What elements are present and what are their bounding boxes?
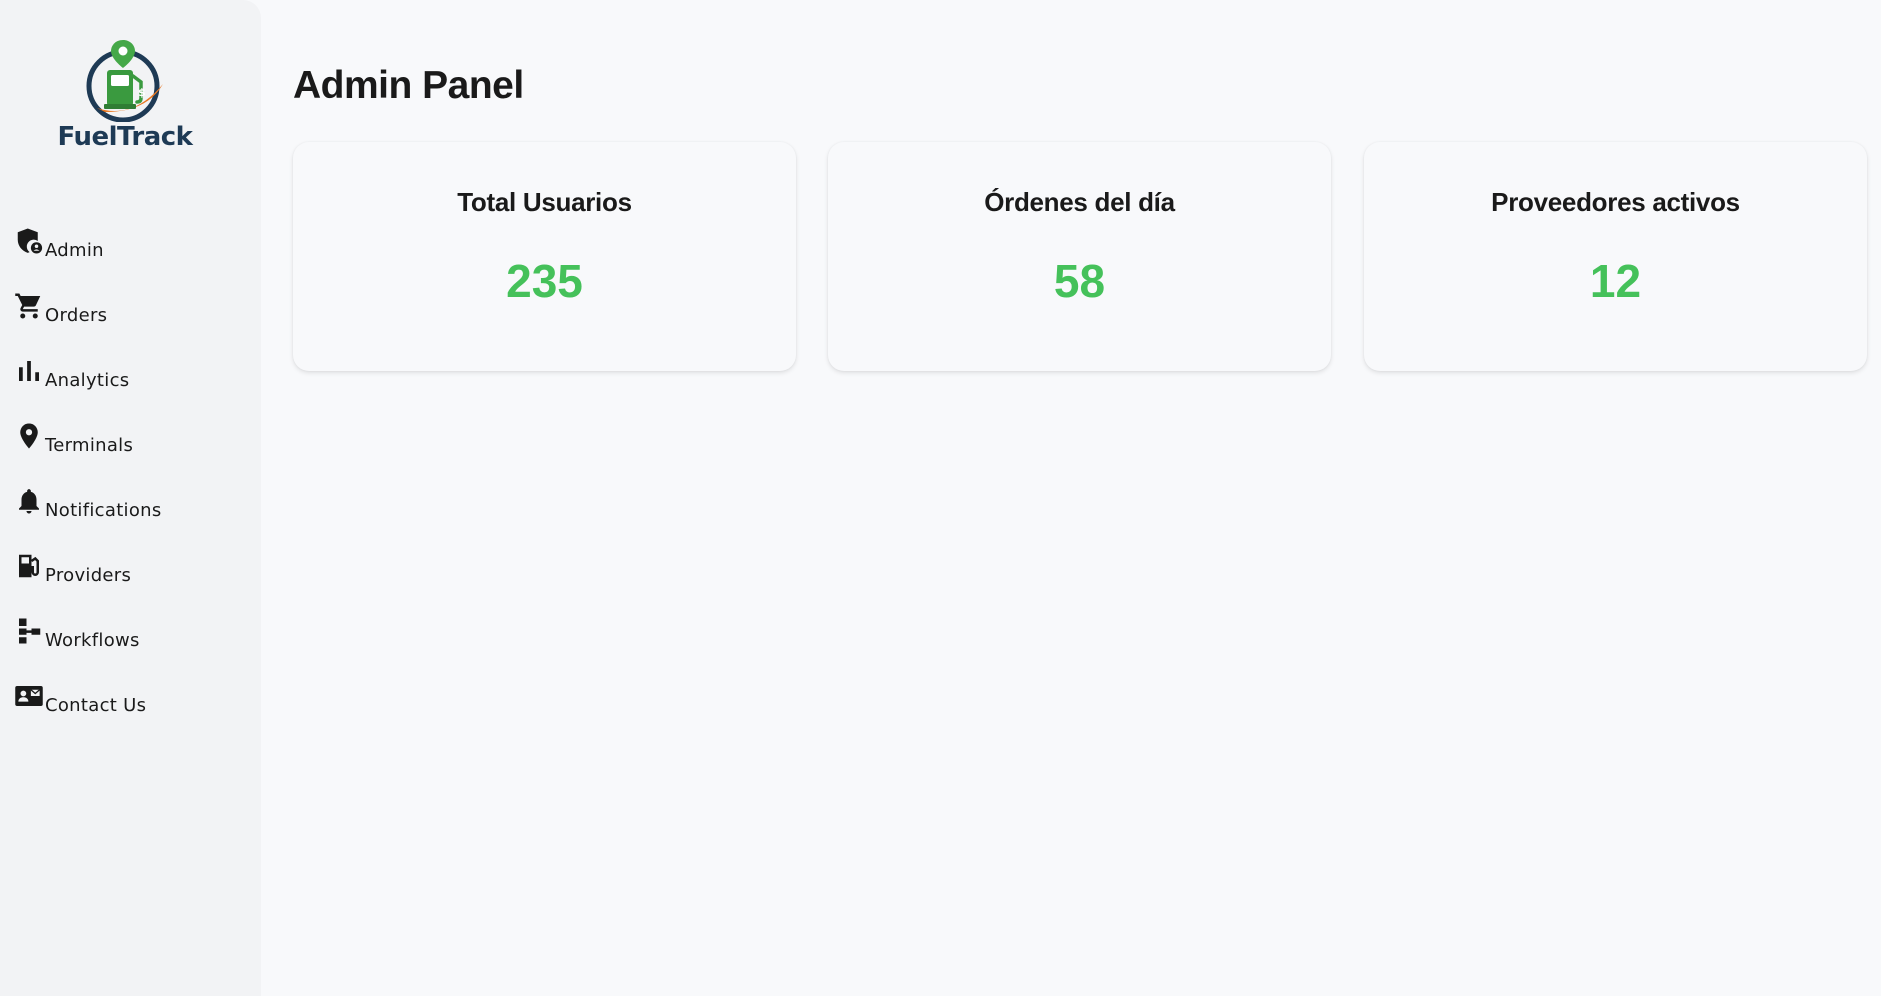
stat-card-total-users: Total Usuarios 235 (293, 142, 796, 371)
fueltrack-logo-icon: $ (86, 40, 163, 122)
sidebar-item-admin[interactable]: Admin (12, 224, 252, 289)
brand-name: FuelTrack (57, 122, 193, 152)
sidebar-item-label: Notifications (45, 500, 162, 521)
contact-card-icon (14, 681, 44, 711)
sidebar-item-label: Contact Us (45, 695, 147, 716)
sidebar-item-contact-us[interactable]: Contact Us (12, 679, 252, 744)
sidebar-item-label: Analytics (45, 370, 130, 391)
stat-card-title: Proveedores activos (1491, 187, 1740, 217)
sidebar: $ FuelTrack Admin Orders Analytics Termi… (0, 0, 261, 996)
sidebar-item-label: Orders (45, 305, 108, 326)
sidebar-item-label: Admin (45, 240, 104, 261)
sidebar-item-workflows[interactable]: Workflows (12, 614, 252, 679)
sidebar-item-terminals[interactable]: Terminals (12, 419, 252, 484)
workflow-icon (14, 616, 44, 646)
brand-logo[interactable]: $ FuelTrack (0, 36, 250, 152)
stat-card-title: Total Usuarios (457, 187, 632, 217)
sidebar-nav: Admin Orders Analytics Terminals Notific… (12, 224, 252, 744)
stat-card-daily-orders: Órdenes del día 58 (828, 142, 1331, 371)
sidebar-item-analytics[interactable]: Analytics (12, 354, 252, 419)
admin-shield-icon (14, 226, 44, 256)
sidebar-item-label: Workflows (45, 630, 140, 651)
sidebar-item-label: Providers (45, 565, 132, 586)
fuel-pump-icon (14, 551, 44, 581)
sidebar-item-orders[interactable]: Orders (12, 289, 252, 354)
stat-card-active-providers: Proveedores activos 12 (1364, 142, 1867, 371)
bell-icon (14, 486, 44, 516)
sidebar-item-providers[interactable]: Providers (12, 549, 252, 614)
page-title: Admin Panel (293, 64, 524, 107)
stat-card-value: 12 (1589, 255, 1642, 307)
stat-card-title: Órdenes del día (984, 187, 1175, 217)
app-root: $ FuelTrack Admin Orders Analytics Termi… (0, 0, 1881, 996)
svg-text:$: $ (138, 86, 146, 99)
main-content: Admin Panel Total Usuarios 235 Órdenes d… (293, 0, 1881, 996)
stat-card-value: 235 (506, 255, 583, 307)
bar-chart-icon (14, 356, 44, 386)
location-pin-icon (14, 421, 44, 451)
sidebar-item-label: Terminals (45, 435, 134, 456)
sidebar-item-notifications[interactable]: Notifications (12, 484, 252, 549)
stat-card-value: 58 (1053, 255, 1106, 307)
cart-icon (14, 291, 44, 321)
